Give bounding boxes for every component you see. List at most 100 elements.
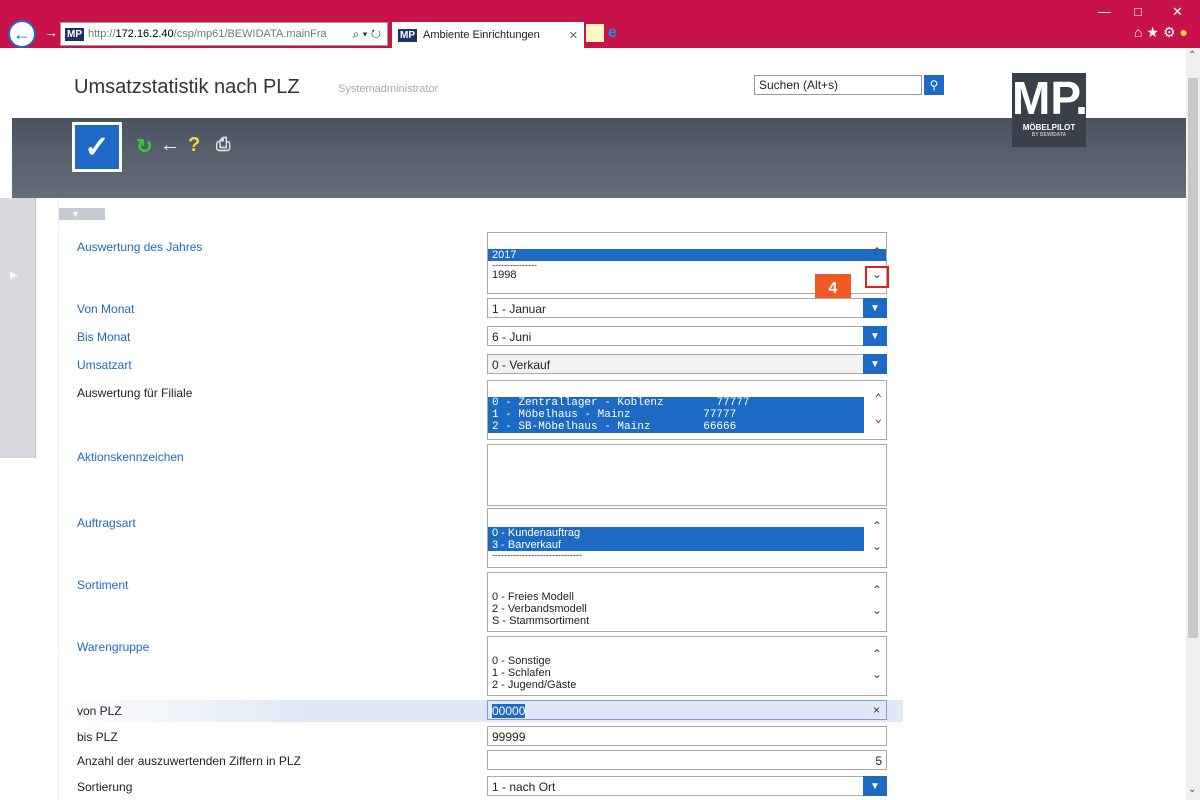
chevron-down-icon[interactable]: ⌄	[872, 539, 882, 553]
scroll-down-icon[interactable]: ⌄	[1188, 784, 1196, 795]
jahr-label: Auswertung des Jahres	[77, 240, 203, 254]
von-plz-input[interactable]: 00000 ×	[487, 700, 887, 720]
clear-icon[interactable]: ×	[873, 703, 880, 717]
ie-icon[interactable]: e	[608, 24, 626, 42]
list-item[interactable]: 0 - Freies Modell	[488, 591, 886, 603]
warengruppe-listbox[interactable]: 0 - Sonstige 1 - Schlafen 2 - Jugend/Gäs…	[487, 636, 887, 696]
umsatzart-value: 0 - Verkauf	[492, 358, 551, 372]
close-tab-icon[interactable]: ✕	[569, 29, 584, 42]
bis-monat-value: 6 - Juni	[492, 330, 532, 344]
dropdown-arrow-icon[interactable]: ▼	[863, 776, 887, 796]
close-window-icon[interactable]: ✕	[1172, 4, 1183, 20]
list-item[interactable]: 2 - Jugend/Gäste	[488, 679, 886, 691]
maximize-icon[interactable]: □	[1134, 4, 1142, 19]
warengruppe-label: Warengruppe	[77, 640, 150, 654]
von-monat-label: Von Monat	[77, 302, 135, 316]
search-icon[interactable]: ⚲	[924, 75, 944, 95]
smiley-icon[interactable]: ●	[1180, 24, 1192, 40]
browser-tools: ⌂★⚙●	[1134, 24, 1192, 41]
logo-subtext: BY BEWIDATA	[1031, 132, 1067, 138]
address-bar[interactable]: MP http://172.16.2.40/csp/mp61/BEWIDATA.…	[60, 22, 388, 46]
collapse-chevron-icon[interactable]: ▼	[59, 208, 105, 220]
sortiment-listbox[interactable]: 0 - Freies Modell 2 - Verbandsmodell S -…	[487, 572, 887, 632]
list-item[interactable]: 1 - Möbelhaus - Mainz 77777	[488, 409, 864, 421]
chevron-down-icon[interactable]: ⌄	[872, 667, 882, 681]
filiale-label: Auswertung für Filiale	[77, 386, 193, 400]
dropdown-arrow-icon[interactable]: ▼	[863, 354, 887, 374]
aktion-label: Aktionskennzeichen	[77, 450, 184, 464]
chevron-down-icon[interactable]: ⌄	[872, 603, 882, 617]
url-host: 172.16.2.40	[115, 28, 174, 40]
print-icon[interactable]: ⎙	[216, 134, 230, 155]
search-input[interactable]: Suchen (Alt+s)	[754, 75, 922, 95]
bis-monat-select[interactable]: 6 - Juni ▼	[487, 326, 887, 346]
chevron-up-icon[interactable]: ⌃	[875, 391, 882, 406]
list-item[interactable]: 1 - Schlafen	[488, 667, 886, 679]
favorites-star-icon[interactable]: ★	[1146, 24, 1163, 40]
bis-monat-label: Bis Monat	[77, 330, 131, 344]
forward-arrow-icon[interactable]: →	[44, 24, 58, 40]
help-icon[interactable]: ?	[188, 134, 200, 157]
form-panel: ▼ Auswertung des Jahres 2017 -----------…	[58, 198, 903, 800]
page-title: Umsatzstatistik nach PLZ	[74, 76, 300, 98]
tab-title: Ambiente Einrichtungen	[423, 29, 540, 41]
logo-text: MÖBELPILOT	[1022, 123, 1076, 132]
auftragsart-label: Auftragsart	[77, 516, 136, 530]
ziffern-input[interactable]: 5	[487, 750, 887, 770]
chevron-right-icon: ▶	[10, 270, 18, 281]
sortierung-value: 1 - nach Ort	[492, 780, 556, 794]
list-item[interactable]: S - Stammsortiment	[488, 615, 886, 627]
url-prefix: http://	[88, 28, 116, 40]
sortierung-label: Sortierung	[77, 780, 133, 794]
list-item[interactable]: ------------------------------	[488, 551, 886, 560]
dropdown-arrow-icon[interactable]: ▼	[863, 326, 887, 346]
home-icon[interactable]: ⌂	[1134, 24, 1146, 40]
minimize-icon[interactable]: —	[1098, 4, 1111, 19]
browser-chrome: — □ ✕ ← → MP http://172.16.2.40/csp/mp61…	[0, 0, 1200, 48]
side-panel-handle[interactable]: ▶	[0, 198, 36, 458]
refresh-icon[interactable]: ↻	[136, 134, 153, 159]
sortiment-label: Sortiment	[77, 578, 129, 592]
browser-tab[interactable]: MP Ambiente Einrichtungen ✕	[392, 22, 584, 48]
von-monat-select[interactable]: 1 - Januar ▼	[487, 298, 887, 318]
new-tab-icon[interactable]	[586, 24, 604, 42]
favicon: MP	[65, 27, 84, 41]
settings-gear-icon[interactable]: ⚙	[1163, 24, 1180, 40]
von-monat-value: 1 - Januar	[492, 302, 547, 316]
auftragsart-listbox[interactable]: 0 - Kundenauftrag 3 - Barverkauf -------…	[487, 508, 887, 568]
url-path: /csp/mp61/BEWIDATA.mainFra	[173, 28, 327, 40]
aktion-listbox[interactable]	[487, 444, 887, 506]
confirm-checkmark-button[interactable]: ✓	[72, 122, 122, 172]
list-item[interactable]: 2017	[488, 249, 886, 261]
list-item[interactable]: 2 - Verbandsmodell	[488, 603, 886, 615]
chevron-up-icon[interactable]: ⌃	[872, 583, 882, 597]
dropdown-arrow-icon[interactable]: ▼	[863, 298, 887, 318]
page-subtitle: Systemadministrator	[338, 83, 439, 95]
umsatzart-select[interactable]: 0 - Verkauf ▼	[487, 354, 887, 374]
ziffern-value: 5	[875, 754, 882, 768]
chevron-down-icon[interactable]: ⌄	[875, 411, 882, 426]
chevron-up-icon[interactable]: ⌃	[872, 245, 882, 259]
page-header: Umsatzstatistik nach PLZ Systemadministr…	[12, 48, 1186, 198]
page-scrollbar[interactable]: ⌃ ⌄	[1186, 48, 1200, 800]
ziffern-label: Anzahl der auszuwertenden Ziffern in PLZ	[77, 754, 301, 768]
scroll-thumb[interactable]	[1188, 78, 1198, 638]
list-item[interactable]: 0 - Zentrallager - Koblenz 77777	[488, 397, 864, 409]
filiale-listbox[interactable]: 0 - Zentrallager - Koblenz 77777 1 - Möb…	[487, 380, 887, 440]
tab-favicon: MP	[398, 28, 417, 42]
highlight-frame	[865, 266, 889, 288]
list-item[interactable]: ---------------	[488, 261, 886, 270]
bis-plz-input[interactable]: 99999	[487, 726, 887, 746]
back-arrow-icon[interactable]: ←	[8, 20, 36, 48]
scroll-up-icon[interactable]: ⌃	[1188, 50, 1196, 61]
bis-plz-value: 99999	[492, 730, 526, 744]
sortierung-select[interactable]: 1 - nach Ort ▼	[487, 776, 887, 796]
address-bar-controls-icon[interactable]: ⌕ ▾ ↻	[352, 27, 387, 42]
list-item[interactable]: 0 - Kundenauftrag	[488, 527, 864, 539]
logo-mark: MP.	[1012, 72, 1088, 124]
chevron-up-icon[interactable]: ⌃	[872, 519, 882, 533]
chevron-up-icon[interactable]: ⌃	[872, 647, 882, 661]
back-icon[interactable]: ←	[160, 134, 180, 157]
list-item[interactable]: 0 - Sonstige	[488, 655, 886, 667]
list-item[interactable]: 2 - SB-Möbelhaus - Mainz 66666	[488, 421, 864, 433]
